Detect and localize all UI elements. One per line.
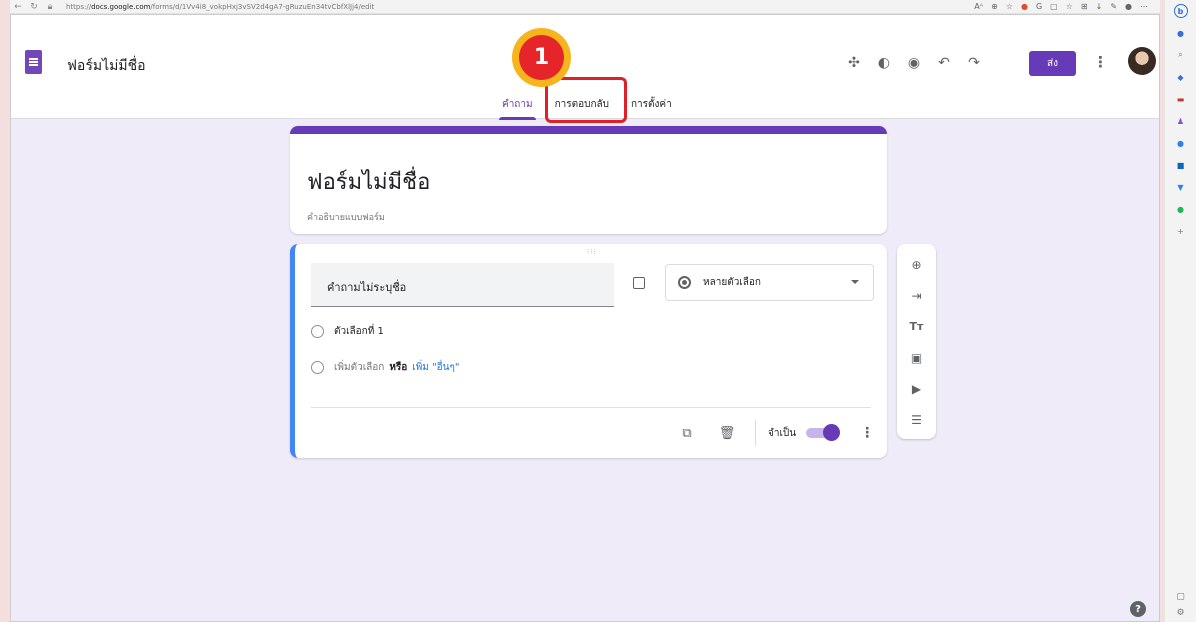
document-title[interactable]: ฟอร์มไม่มีชื่อ — [67, 55, 145, 77]
question-type-dropdown[interactable]: หลายตัวเลือก — [665, 264, 874, 301]
form-title[interactable]: ฟอร์มไม่มีชื่อ — [307, 164, 430, 199]
add-option-row: เพิ่มตัวเลือก หรือ เพิ่ม "อื่นๆ" — [311, 360, 460, 375]
option-label[interactable]: ตัวเลือกที่ 1 — [334, 324, 384, 339]
browser-toolbar: ← ↻ 🔒︎ https://docs.google.com/forms/d/1… — [10, 0, 1160, 14]
search-icon[interactable]: ⌕ — [1174, 48, 1188, 62]
add-image-icon[interactable]: ▣ — [904, 342, 930, 373]
extension-icon[interactable]: ● — [1021, 2, 1028, 11]
help-icon[interactable]: ? — [1130, 601, 1146, 617]
send-button[interactable]: ส่ง — [1029, 51, 1076, 76]
forms-logo-icon[interactable] — [25, 50, 42, 74]
customize-theme-icon[interactable]: ◐ — [869, 51, 899, 75]
add-title-icon[interactable]: Tт — [904, 311, 930, 342]
split-screen-icon[interactable]: ▢ — [1050, 2, 1058, 11]
drag-handle-icon[interactable]: ⁝⁝⁝ — [587, 248, 597, 256]
office-icon[interactable]: ● — [1174, 136, 1188, 150]
browser-actions: Aᴬ ⊕ ☆ ● G ▢ ☆ ⊞ ↓ ✎ ● ⋯ — [974, 2, 1160, 11]
step-number: 1 — [519, 35, 564, 80]
add-question-icon[interactable]: ⊕ — [904, 249, 930, 280]
header-actions: ✣ ◐ ◉ ↶ ↷ — [839, 51, 989, 75]
favorites-icon[interactable]: ☆ — [1066, 2, 1073, 11]
floating-toolbar: ⊕ ⇥ Tт ▣ ▶ ☰ — [897, 244, 936, 439]
shopping-icon[interactable]: ◆ — [1174, 70, 1188, 84]
redo-icon[interactable]: ↷ — [959, 51, 989, 75]
tab-questions[interactable]: คำถาม — [499, 97, 536, 120]
add-option-link[interactable]: เพิ่มตัวเลือก — [334, 360, 384, 375]
option-row[interactable]: ตัวเลือกที่ 1 — [311, 324, 384, 339]
lock-icon: 🔒︎ — [47, 1, 53, 12]
favorite-star-icon[interactable]: ☆ — [1006, 2, 1013, 11]
responses-tab-highlight — [545, 77, 627, 123]
radio-icon — [311, 361, 324, 374]
question-title-field[interactable]: คำถามไม่ระบุชื่อ — [311, 263, 614, 307]
question-type-label: หลายตัวเลือก — [703, 277, 761, 288]
or-label: หรือ — [389, 362, 408, 373]
profile-icon[interactable]: ● — [1125, 2, 1132, 11]
form-description-field[interactable]: คำอธิบายแบบฟอร์ม — [307, 210, 385, 224]
question-card[interactable]: ⁝⁝⁝ คำถามไม่ระบุชื่อ หลายตัวเลือก ตัวเลื… — [290, 244, 887, 458]
spotify-icon[interactable]: ● — [1174, 202, 1188, 216]
add-image-icon[interactable] — [633, 277, 645, 289]
extension-puzzle-icon[interactable]: ✎ — [1110, 2, 1117, 11]
avatar[interactable] — [1128, 47, 1156, 75]
divider — [311, 407, 871, 408]
read-aloud-icon[interactable]: Aᴬ — [974, 2, 983, 11]
import-questions-icon[interactable]: ⇥ — [904, 280, 930, 311]
delete-icon[interactable]: 🗑︎ — [715, 421, 739, 445]
vertical-divider — [755, 420, 756, 446]
outlook-icon[interactable]: ■ — [1174, 158, 1188, 172]
radio-icon — [311, 325, 324, 338]
reload-icon[interactable]: ↻ — [26, 2, 42, 12]
collections-icon[interactable]: ⊞ — [1081, 2, 1088, 11]
required-toggle[interactable] — [806, 424, 841, 441]
add-other-link[interactable]: เพิ่ม "อื่นๆ" — [412, 360, 459, 375]
games-icon[interactable]: ♟ — [1174, 114, 1188, 128]
forms-app: ฟอร์มไม่มีชื่อ ✣ ◐ ◉ ↶ ↷ ส่ง ⋮ คำถาม การ… — [10, 14, 1160, 622]
browser-sidebar: b ● ⌕ ◆ ▬ ♟ ● ■ ▼ ● + ▢ ⚙ — [1164, 0, 1196, 622]
browser-menu-icon[interactable]: ⋯ — [1140, 2, 1148, 11]
address-bar[interactable]: https://docs.google.com/forms/d/1Vv4i8_v… — [66, 3, 374, 11]
addons-icon[interactable]: ✣ — [839, 51, 869, 75]
undo-icon[interactable]: ↶ — [929, 51, 959, 75]
step-badge: 1 — [512, 28, 571, 87]
more-options-icon[interactable]: ⋮ — [1093, 53, 1108, 71]
sidebar-settings-icon[interactable]: ⚙ — [1176, 608, 1184, 618]
add-video-icon[interactable]: ▶ — [904, 373, 930, 404]
question-more-icon[interactable]: ⋮ — [860, 425, 874, 441]
zoom-icon[interactable]: ⊕ — [991, 2, 998, 11]
download-icon[interactable]: ↓ — [1096, 2, 1103, 11]
back-icon[interactable]: ← — [10, 2, 26, 12]
bing-copilot-icon[interactable]: b — [1173, 4, 1188, 18]
radio-button-icon — [678, 276, 691, 289]
required-label: จำเป็น — [768, 427, 797, 439]
drop-icon[interactable]: ▼ — [1174, 180, 1188, 194]
tools-icon[interactable]: ▬ — [1174, 92, 1188, 106]
hide-sidebar-icon[interactable]: ▢ — [1176, 592, 1185, 602]
form-title-card: ฟอร์มไม่มีชื่อ คำอธิบายแบบฟอร์ม — [290, 126, 887, 234]
duplicate-icon[interactable]: ⧉ — [675, 421, 699, 445]
add-section-icon[interactable]: ☰ — [904, 404, 930, 435]
preview-eye-icon[interactable]: ◉ — [899, 51, 929, 75]
notifications-icon[interactable]: ● — [1174, 26, 1188, 40]
tab-settings[interactable]: การตั้งค่า — [628, 97, 675, 120]
question-footer: ⧉ 🗑︎ จำเป็น ⋮ — [675, 420, 874, 446]
refresh-extension-icon[interactable]: G — [1036, 2, 1042, 11]
chevron-down-icon — [851, 280, 859, 284]
add-sidebar-icon[interactable]: + — [1174, 224, 1188, 238]
